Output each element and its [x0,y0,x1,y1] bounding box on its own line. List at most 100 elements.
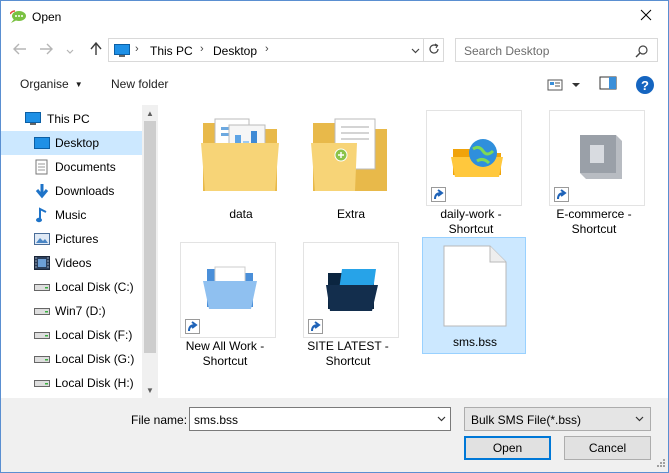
back-button[interactable] [9,40,31,60]
folder-icon [197,113,283,198]
open-button[interactable]: Open [464,436,551,460]
close-icon [640,9,652,24]
thumbnail-frame [549,110,645,206]
sidebar-item-local-disk-f[interactable]: Local Disk (F:) [1,323,142,347]
file-name-label: File name: [131,413,188,427]
sidebar-item-label: Local Disk (C:) [55,280,134,294]
scroll-down-icon[interactable]: ▼ [142,382,158,398]
file-name-input[interactable]: sms.bss [189,407,451,431]
sidebar-item-music[interactable]: Music [1,203,142,227]
refresh-icon [428,42,440,58]
preview-pane-button[interactable] [599,75,621,95]
disk-icon [34,351,50,367]
chevron-down-icon[interactable] [432,408,450,430]
book-icon [572,129,626,188]
file-item-label: Extra [336,207,365,221]
help-icon: ? [635,76,655,98]
window-title: Open [32,10,62,24]
sidebar-item-label: Pictures [55,232,99,246]
breadcrumb-separator: › [265,43,269,55]
file-item-daily-work-shortcut[interactable]: daily-work - Shortcut [419,107,523,236]
file-item-label: daily-work - Shortcut [440,207,502,236]
file-item-data[interactable]: data [189,107,293,223]
cancel-button[interactable]: Cancel [564,436,651,460]
sidebar-item-local-disk-h[interactable]: Local Disk (H:) [1,371,142,395]
file-item-label: sms.bss [452,335,497,349]
address-history-dropdown[interactable] [406,39,424,61]
sidebar-item-label: Documents [55,160,116,174]
sidebar-item-label: Local Disk (G:) [55,352,135,366]
file-item-label: SITE LATEST - Shortcut [307,339,389,368]
documents-icon [34,159,50,175]
sidebar-item-this-pc[interactable]: This PC [1,107,142,131]
thumbnail-frame [303,242,399,338]
resize-grip-icon[interactable] [654,458,666,470]
sidebar-item-label: Local Disk (H:) [55,376,134,390]
disk-icon [34,327,50,343]
file-item-new-all-work-shortcut[interactable]: New All Work - Shortcut [173,239,277,368]
title-bar: Open [1,1,668,32]
sidebar-item-local-disk-c[interactable]: Local Disk (C:) [1,275,142,299]
sidebar-item-downloads[interactable]: Downloads [1,179,142,203]
new-folder-button[interactable]: New folder [111,77,168,91]
file-item-extra[interactable]: Extra [299,107,403,223]
up-button[interactable] [85,40,107,60]
forward-button[interactable] [35,40,57,60]
computer-icon [114,44,130,57]
scroll-up-icon[interactable]: ▲ [142,105,158,121]
close-button[interactable] [623,1,668,32]
file-type-value: Bulk SMS File(*.bss) [471,413,582,427]
disk-icon [34,375,50,391]
shortcut-arrow-icon [431,187,446,202]
scrollbar-thumb[interactable] [144,121,156,353]
view-options-icon [545,79,585,98]
up-arrow-icon [90,41,102,59]
search-placeholder: Search Desktop [464,44,550,58]
disk-icon [34,303,50,319]
dark-folder-icon [324,267,380,316]
refresh-button[interactable] [423,39,444,61]
globe-folder-icon [449,129,505,188]
file-item-e-commerce-shortcut[interactable]: E-commerce - Shortcut [542,107,646,236]
address-bar[interactable]: › This PC › Desktop › [108,38,444,62]
folder-icon [307,113,393,198]
videos-icon [34,255,50,271]
organise-button[interactable]: Organise ▼ [20,77,83,91]
sidebar-item-pictures[interactable]: Pictures [1,227,142,251]
sidebar-item-desktop[interactable]: Desktop [1,131,142,155]
file-item-site-latest-shortcut[interactable]: SITE LATEST - Shortcut [296,239,400,368]
sidebar-item-win7-d[interactable]: Win7 (D:) [1,299,142,323]
sidebar-item-local-disk-g[interactable]: Local Disk (G:) [1,347,142,371]
search-input[interactable]: Search Desktop [455,38,658,62]
sidebar-item-label: Videos [55,256,92,270]
file-item-label: New All Work - Shortcut [185,339,265,368]
file-item-label: data [229,207,253,221]
file-list: data Extra daily-work - Shortcut E-comme… [161,105,668,398]
blue-folder-icon [201,263,259,316]
recent-locations-button[interactable] [63,40,77,60]
organise-label: Organise [20,77,69,91]
breadcrumb-this-pc[interactable]: This PC [150,44,193,58]
file-item-sms-bss[interactable]: sms.bss [422,237,526,354]
command-bar: Organise ▼ New folder ? [1,67,668,101]
breadcrumb-separator: › [135,43,139,55]
sidebar-item-label: Win7 (D:) [55,304,106,318]
disk-icon [34,279,50,295]
sidebar-scrollbar[interactable]: ▲ ▼ [142,105,158,398]
back-arrow-icon [13,42,27,58]
sidebar-item-documents[interactable]: Documents [1,155,142,179]
breadcrumb-desktop[interactable]: Desktop [213,44,257,58]
file-name-value: sms.bss [194,413,239,427]
chevron-down-icon [630,408,648,430]
breadcrumb-separator: › [200,43,204,55]
search-icon [635,44,649,58]
chevron-down-icon [66,42,74,58]
file-type-select[interactable]: Bulk SMS File(*.bss) [464,407,651,431]
change-view-button[interactable] [545,75,585,95]
help-button[interactable]: ? [635,75,655,95]
shortcut-arrow-icon [554,187,569,202]
thumbnail-frame [426,110,522,206]
sidebar-item-videos[interactable]: Videos [1,251,142,275]
sidebar-item-label: Music [55,208,87,222]
download-icon [34,183,50,199]
